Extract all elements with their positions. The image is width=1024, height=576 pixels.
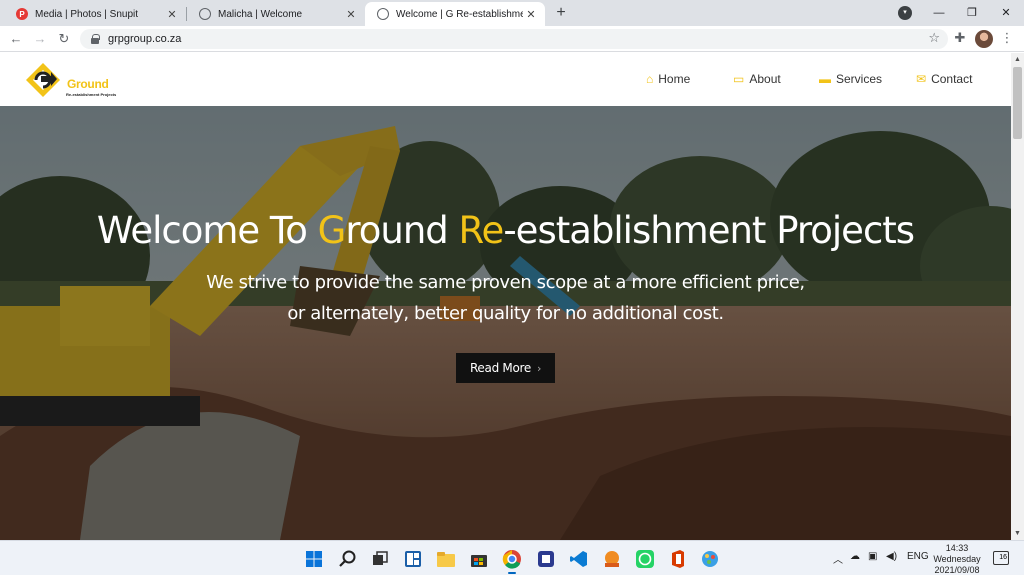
minimize-button[interactable]: — [924,3,954,23]
globe-icon [199,8,211,20]
chrome-icon[interactable] [502,549,522,569]
tab-malicha[interactable]: Malicha | Welcome ✕ [187,2,365,26]
site-logo[interactable]: Ground Re-establishment Projects [22,59,116,101]
address-bar[interactable]: grpgroup.co.za ☆ [80,29,948,49]
logo-name: Ground [67,77,109,91]
notification-center-icon[interactable]: 16 [993,551,1009,565]
office-icon[interactable] [668,549,688,569]
extensions-puzzle-icon[interactable]: ✚ [952,30,968,48]
hero-banner: Welcome To Ground Re-establishment Proje… [0,106,1011,540]
pinterest-icon: P [16,8,28,20]
close-icon[interactable]: ✕ [164,8,180,21]
bookmark-star-icon[interactable]: ☆ [928,30,940,46]
scroll-thumb[interactable] [1013,67,1022,139]
lock-icon [90,34,100,44]
nav-home[interactable]: ⌂ Home [646,72,690,86]
browser-tabstrip: P Media | Photos | Snupit ✕ Malicha | We… [0,0,1024,26]
language-indicator[interactable]: ENG [907,551,929,562]
reload-icon[interactable]: ↻ [54,29,74,49]
close-icon[interactable]: ✕ [343,8,359,21]
kebab-menu-icon[interactable]: ⋮ [1000,30,1014,48]
clock-day: Wednesday [933,554,981,564]
tab-grp-active[interactable]: Welcome | G Re-establishment ✕ [365,2,545,26]
profile-avatar[interactable] [975,30,993,48]
new-tab-button[interactable]: + [552,4,570,22]
volume-icon[interactable]: ◀) [886,551,897,562]
briefcase-icon: ▬ [819,72,831,86]
windows-taskbar: ︿ ☁ ▣ ◀) ENG 14:33 Wednesday 2021/09/08 … [0,540,1024,575]
nav-about-label: About [749,72,781,86]
envelope-icon: ✉ [916,72,927,86]
sticker-app-icon[interactable] [602,549,622,569]
file-explorer-icon[interactable] [436,549,456,569]
system-clock[interactable]: 14:33 Wednesday 2021/09/08 [930,543,984,576]
url-text[interactable]: grpgroup.co.za [108,33,181,45]
store-bag-icon[interactable] [469,549,489,569]
forward-arrow-icon[interactable]: → [30,29,50,49]
clock-time: 14:33 [945,543,969,553]
site-header: Ground Re-establishment Projects ⌂ Home … [0,53,1011,106]
chevron-right-icon: › [536,361,542,375]
snipping-app-icon[interactable] [536,549,556,569]
hero-title: Welcome To Ground Re-establishment Proje… [96,209,915,252]
hero-subtitle-line2: or alternately, better quality for no ad… [287,303,724,324]
close-icon[interactable]: ✕ [523,8,539,21]
clock-date: 2021/09/08 [934,565,980,575]
globe-icon [377,8,389,20]
nav-services-label: Services [836,72,883,86]
vscode-icon[interactable] [569,549,589,569]
page-scrollbar[interactable]: ▲ ▼ [1011,53,1024,540]
search-icon[interactable] [338,549,358,569]
nav-home-label: Home [658,72,691,86]
home-icon: ⌂ [646,72,654,86]
nav-services[interactable]: ▬ Services [819,72,882,86]
window-close-button[interactable]: ✕ [991,3,1021,23]
scroll-down-arrow-icon[interactable]: ▼ [1011,527,1024,540]
logo-tagline: Re-establishment Projects [66,92,117,97]
tab-search-icon[interactable]: ▾ [898,6,912,20]
chrome-active-indicator [508,572,516,574]
network-icon[interactable]: ▣ [868,551,877,562]
browser-toolbar: ← → ↻ grpgroup.co.za ☆ [0,26,1024,52]
paint-app-icon[interactable] [700,549,720,569]
nav-about[interactable]: ▭ About [733,72,781,86]
tab-snupit[interactable]: P Media | Photos | Snupit ✕ [4,2,186,26]
onedrive-cloud-icon[interactable]: ☁ [850,551,860,562]
website-viewport: Ground Re-establishment Projects ⌂ Home … [0,53,1011,540]
nav-contact[interactable]: ✉ Contact [916,72,972,86]
id-card-icon: ▭ [733,72,745,86]
tray-chevron-up-icon[interactable]: ︿ [833,551,843,566]
restore-button[interactable]: ❐ [957,3,987,23]
back-arrow-icon[interactable]: ← [6,29,26,49]
read-more-button[interactable]: Read More › [456,353,555,383]
task-view-icon[interactable] [370,549,390,569]
scroll-up-arrow-icon[interactable]: ▲ [1011,53,1024,66]
whatsapp-icon[interactable] [635,549,655,569]
windows-start-icon[interactable] [304,549,324,569]
nav-contact-label: Contact [931,72,973,86]
hero-subtitle-line1: We strive to provide the same proven sco… [206,272,805,293]
widgets-icon[interactable] [403,549,423,569]
